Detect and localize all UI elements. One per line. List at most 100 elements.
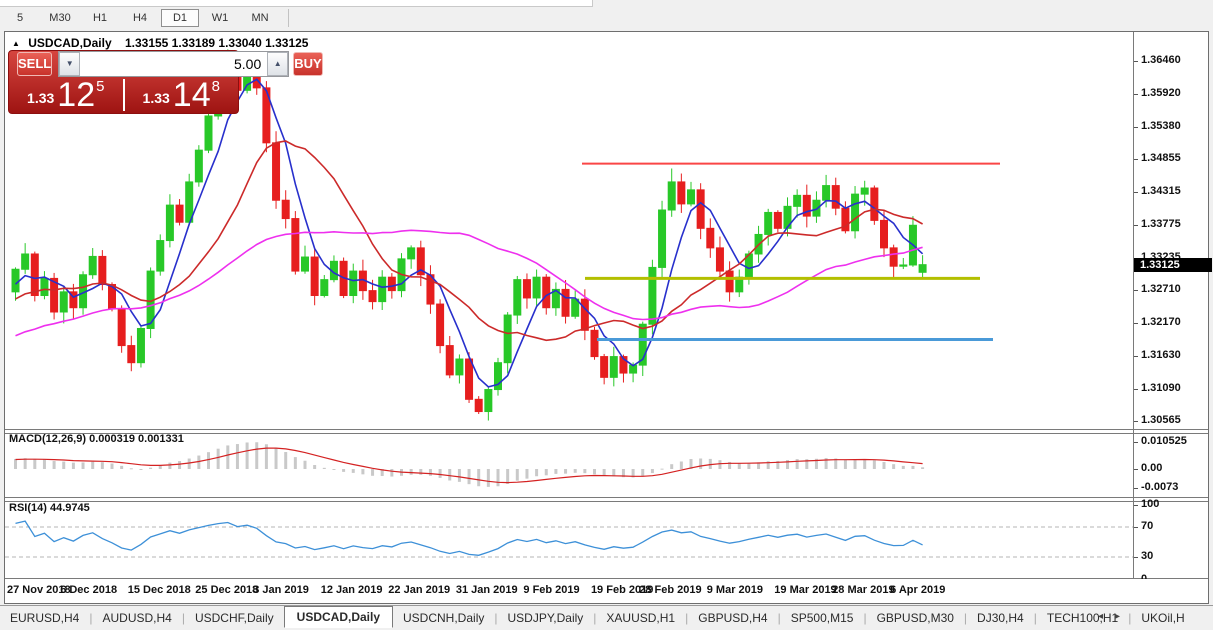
timeframe-button-5[interactable]: 5 — [1, 9, 39, 27]
volume-decrease-button[interactable]: ▼ — [59, 52, 80, 76]
price-axis-label: 1.33775 — [1141, 218, 1181, 230]
macd-histogram-bar — [371, 469, 374, 476]
chart-tab-bar: EURUSD,H4|AUDUSD,H4|USDCHF,DailyUSDCAD,D… — [0, 605, 1213, 630]
macd-histogram-bar — [747, 463, 750, 469]
chart-tab-usdcad[interactable]: USDCAD,Daily — [284, 606, 393, 628]
macd-histogram-bar — [583, 469, 586, 473]
sell-price-tile[interactable]: 1.33 12 5 — [9, 77, 123, 113]
candle-body — [437, 304, 444, 346]
price-axis-label: 1.36460 — [1141, 54, 1181, 66]
chart-tab-ukoil[interactable]: UKOil,H — [1131, 608, 1194, 628]
candle-body — [157, 241, 164, 272]
macd-histogram-bar — [159, 466, 162, 469]
date-axis-label: 15 Dec 2018 — [128, 584, 191, 596]
candle-body — [282, 200, 289, 218]
toolbar-separator — [288, 9, 289, 27]
macd-histogram-bar — [91, 462, 94, 469]
timeframe-button-m30[interactable]: M30 — [41, 9, 79, 27]
candle-body — [99, 256, 106, 284]
timeframe-button-h1[interactable]: H1 — [81, 9, 119, 27]
chart-tab-gbpusd[interactable]: GBPUSD,M30 — [867, 608, 964, 628]
chart-tab-usdcnh[interactable]: USDCNH,Daily — [393, 608, 494, 628]
chart-tab-eurusd[interactable]: EURUSD,H4 — [0, 608, 89, 628]
chart-tab-xauusd[interactable]: XAUUSD,H1 — [596, 608, 685, 628]
macd-histogram-bar — [680, 462, 683, 469]
volume-spinner: ▼ ▲ — [58, 51, 289, 77]
price-axis-label: 1.35380 — [1141, 120, 1181, 132]
tabs-scroll-right-icon[interactable]: ▸ — [1112, 611, 1123, 622]
tabs-scroll-left-icon[interactable]: ◂ — [1095, 611, 1106, 622]
volume-increase-button[interactable]: ▲ — [267, 52, 288, 76]
buy-button[interactable]: BUY — [293, 52, 322, 76]
candle-body — [697, 190, 704, 228]
macd-histogram-bar — [342, 469, 345, 472]
candle-body — [581, 299, 588, 330]
macd-histogram-bar — [149, 468, 152, 469]
sell-price-sup: 5 — [96, 78, 104, 95]
macd-histogram-bar — [448, 469, 451, 481]
macd-histogram-bar — [718, 460, 721, 469]
macd-histogram-bar — [130, 468, 133, 469]
chart-tab-usdjpy[interactable]: USDJPY,Daily — [497, 608, 593, 628]
trade-panel-prices: 1.33 12 5 1.33 14 8 — [9, 77, 238, 113]
candle-body — [89, 256, 96, 274]
macd-histogram-bar — [564, 469, 567, 474]
macd-histogram-bar — [197, 456, 200, 469]
timeframe-button-d1[interactable]: D1 — [161, 9, 199, 27]
macd-histogram-bar — [236, 444, 239, 469]
timeframe-button-w1[interactable]: W1 — [201, 9, 239, 27]
docked-toolbar-edge — [0, 0, 593, 7]
candle-body — [823, 186, 830, 201]
candle-body — [881, 220, 888, 247]
chart-tab-audusd[interactable]: AUDUSD,H4 — [92, 608, 181, 628]
chart-window[interactable]: 1.364601.359201.353801.348551.343151.337… — [4, 31, 1209, 604]
sell-button[interactable]: SELL — [17, 52, 52, 76]
price-axis-label: 1.35920 — [1141, 87, 1181, 99]
macd-histogram-bar — [516, 469, 519, 481]
date-axis: 27 Nov 20186 Dec 201815 Dec 201825 Dec 2… — [5, 579, 1208, 602]
macd-histogram-bar — [603, 469, 606, 476]
candle-body — [12, 269, 19, 292]
macd-histogram-bar — [911, 466, 914, 469]
macd-histogram-bar — [62, 462, 65, 469]
candle-body — [543, 277, 550, 308]
price-axis-label: 1.31090 — [1141, 382, 1181, 394]
macd-histogram-bar — [844, 460, 847, 469]
macd-histogram-bar — [390, 469, 393, 477]
macd-histogram-bar — [178, 461, 181, 469]
candle-body — [668, 182, 675, 210]
macd-histogram-bar — [72, 463, 75, 469]
price-axis-label: 1.30565 — [1141, 414, 1181, 426]
buy-price-sup: 8 — [212, 78, 220, 95]
one-click-trade-panel: SELL ▼ ▲ BUY 1.33 12 5 1.33 14 8 — [8, 50, 239, 114]
date-axis-label: 31 Jan 2019 — [456, 584, 518, 596]
macd-histogram-bar — [188, 459, 191, 469]
collapse-icon[interactable]: ▲ — [12, 39, 20, 48]
rsi-plot[interactable] — [5, 500, 1133, 578]
macd-histogram-bar — [429, 469, 432, 476]
candle-body — [22, 254, 29, 269]
macd-histogram-bar — [275, 448, 278, 469]
macd-histogram-bar — [332, 469, 335, 470]
chart-tab-dj30[interactable]: DJ30,H4 — [967, 608, 1034, 628]
buy-price-tile[interactable]: 1.33 14 8 — [125, 77, 239, 113]
macd-histogram-bar — [226, 445, 229, 469]
candle-body — [466, 359, 473, 399]
timeframe-button-mn[interactable]: MN — [241, 9, 279, 27]
candle-body — [794, 195, 801, 206]
candle-body — [369, 291, 376, 302]
timeframe-toolbar: 5M30H1H4D1W1MN — [0, 0, 1213, 30]
chart-tab-gbpusd[interactable]: GBPUSD,H4 — [688, 608, 777, 628]
candle-body — [707, 228, 714, 248]
rsi-line — [16, 521, 923, 555]
macd-histogram-bar — [873, 460, 876, 469]
chart-tab-usdchf[interactable]: USDCHF,Daily — [185, 608, 284, 628]
macd-histogram-bar — [24, 458, 27, 469]
timeframe-button-h4[interactable]: H4 — [121, 9, 159, 27]
chart-tab-sp500[interactable]: SP500,M15 — [781, 608, 864, 628]
candle-body — [128, 346, 135, 363]
volume-input[interactable] — [80, 52, 267, 76]
candle-body — [562, 289, 569, 316]
candle-body — [610, 357, 617, 378]
candle-body — [890, 248, 897, 266]
